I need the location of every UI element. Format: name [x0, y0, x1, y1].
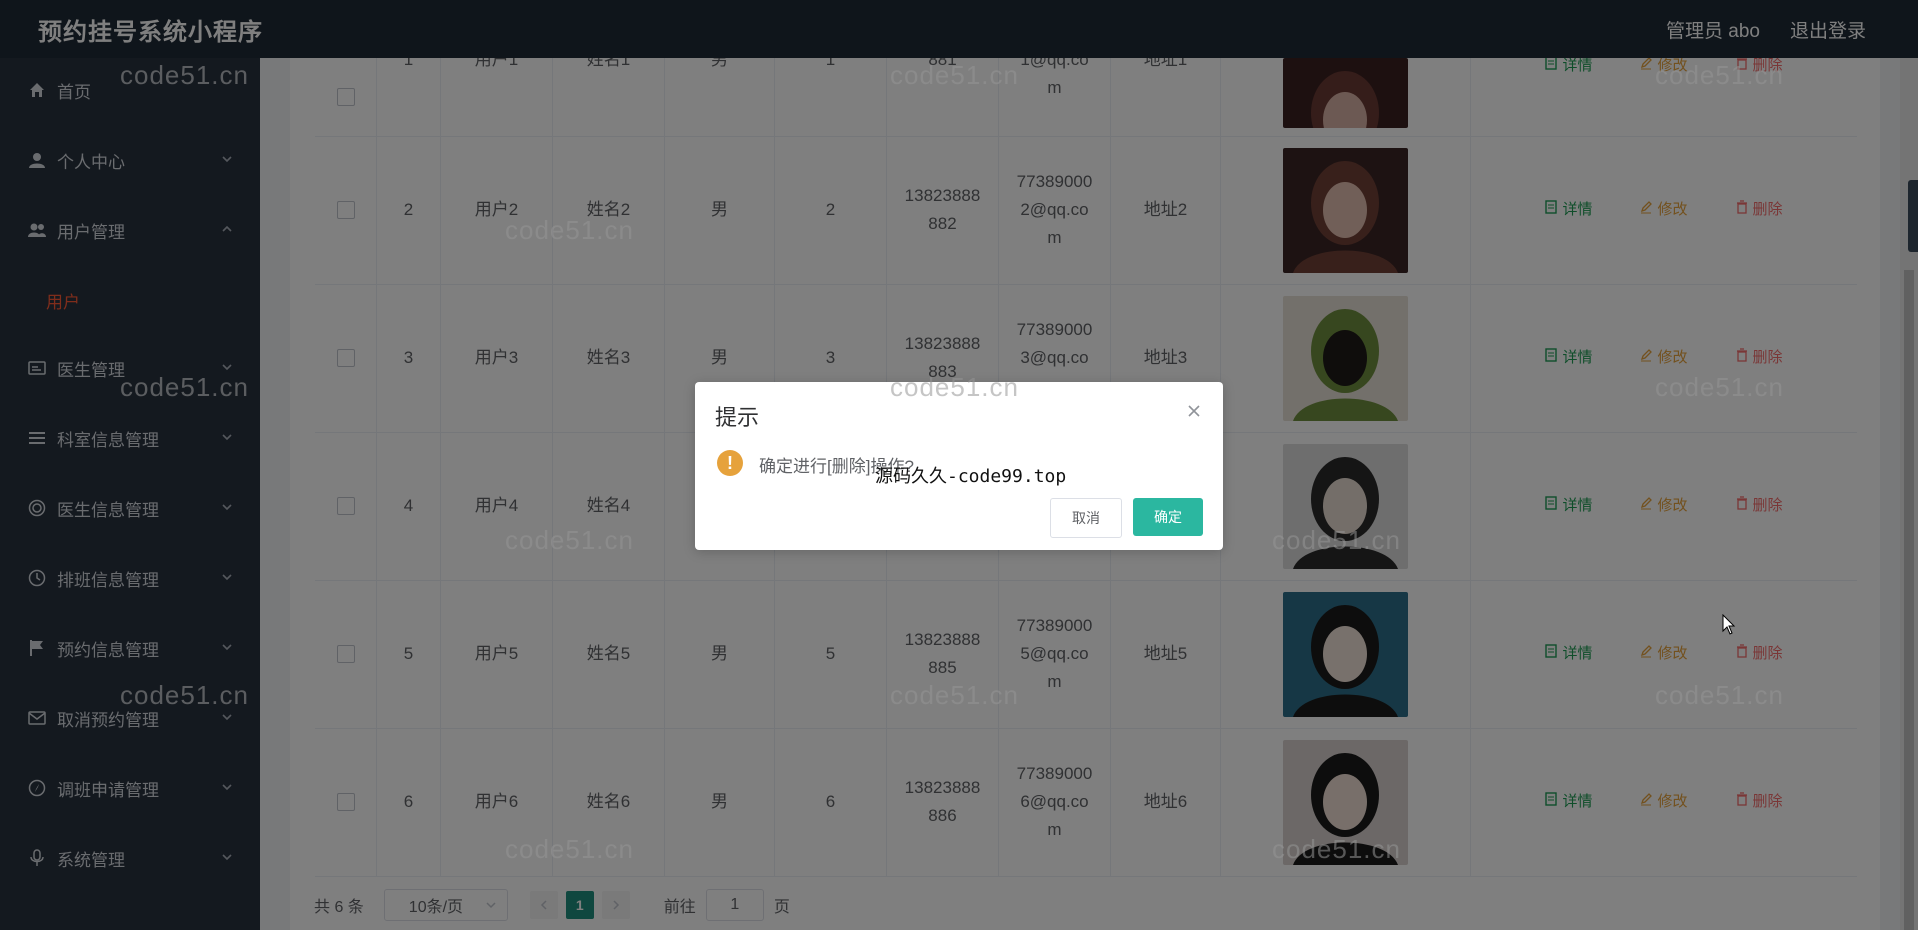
confirm-button[interactable]: 确定	[1133, 498, 1203, 536]
close-icon[interactable]	[1185, 402, 1203, 420]
watermark: code51.cn	[120, 60, 249, 90]
watermark: code51.cn	[890, 680, 1019, 710]
watermark: code51.cn	[1655, 372, 1784, 402]
watermark: code51.cn	[120, 372, 249, 402]
dialog-title: 提示	[715, 405, 760, 430]
watermark: code51.cn	[1272, 834, 1401, 864]
warning-icon: !	[717, 450, 743, 476]
watermark-center: 源码久久-code99.top	[875, 466, 1067, 487]
watermark: code51.cn	[505, 834, 634, 864]
watermark: code51.cn	[505, 525, 634, 555]
watermark: code51.cn	[890, 372, 1019, 402]
watermark: code51.cn	[120, 680, 249, 710]
mouse-cursor-icon	[1722, 614, 1736, 635]
watermark: code51.cn	[505, 215, 634, 245]
watermark: code51.cn	[1655, 680, 1784, 710]
watermark: code51.cn	[890, 60, 1019, 90]
watermark: code51.cn	[1655, 60, 1784, 90]
cancel-button[interactable]: 取消	[1050, 498, 1122, 538]
watermark: code51.cn	[1272, 525, 1401, 555]
